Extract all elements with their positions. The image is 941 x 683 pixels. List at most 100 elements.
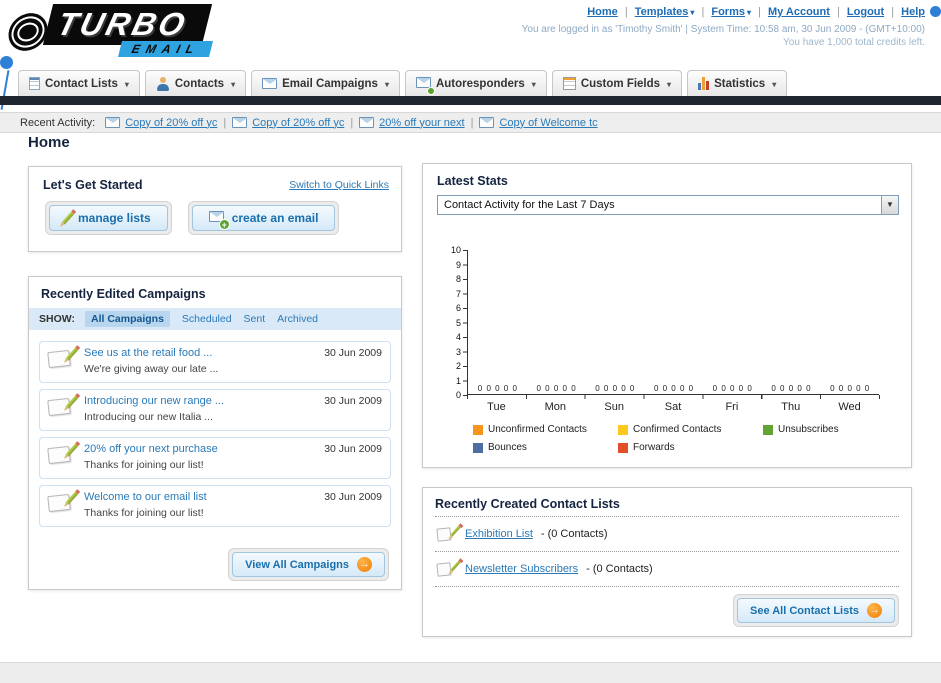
tab-archived[interactable]: Archived (277, 313, 318, 325)
nav-tab-custom-fields[interactable]: Custom Fields (551, 70, 683, 96)
feedback-beacon-icon[interactable] (0, 56, 13, 69)
nav-tab-contacts[interactable]: Contacts (144, 70, 247, 96)
contact-list-link[interactable]: Exhibition List (465, 528, 533, 540)
link-home[interactable]: Home (587, 6, 618, 18)
manage-lists-button[interactable]: manage lists (45, 201, 172, 235)
campaign-subtitle: Thanks for joining our list! (84, 507, 204, 519)
tab-scheduled[interactable]: Scheduled (182, 313, 232, 325)
contact-list-link[interactable]: Newsletter Subscribers (465, 563, 578, 575)
campaigns-filter-tabs: SHOW: All Campaigns Scheduled Sent Archi… (29, 308, 401, 330)
campaigns-panel: Recently Edited Campaigns SHOW: All Camp… (28, 276, 402, 590)
separator: | (701, 6, 705, 18)
link-help[interactable]: Help (901, 6, 925, 18)
campaign-link[interactable]: 20% off your next purchase (84, 443, 310, 455)
tab-sent[interactable]: Sent (244, 313, 266, 325)
activity-link[interactable]: 20% off your next (379, 117, 464, 129)
help-beacon-icon[interactable] (930, 6, 941, 17)
logo-text: TURBO EMAIL (42, 4, 214, 57)
campaign-date: 30 Jun 2009 (324, 347, 382, 359)
campaign-link[interactable]: See us at the retail food ... (84, 347, 310, 359)
switch-quick-links[interactable]: Switch to Quick Links (289, 179, 389, 191)
view-all-campaigns-label: View All Campaigns (245, 558, 349, 571)
contact-list-count: - (0 Contacts) (586, 563, 653, 575)
contact-lists-footer: See All Contact Lists (732, 594, 899, 627)
page-footer (0, 662, 941, 683)
link-templates[interactable]: Templates (635, 6, 695, 18)
nav-divider-bar (0, 96, 941, 105)
contact-list-row[interactable]: Newsletter Subscribers - (0 Contacts) (435, 551, 899, 586)
custom-fields-icon (562, 77, 576, 90)
link-forms-label: Forms (711, 6, 745, 18)
campaign-row[interactable]: Introducing our new range ... Introducin… (39, 389, 391, 431)
stats-period-select[interactable]: Contact Activity for the Last 7 Days (437, 195, 899, 215)
activity-item: Copy of Welcome tc (479, 117, 598, 129)
nav-tab-autoresponders[interactable]: Autoresponders (404, 70, 547, 96)
chevron-down-icon (123, 78, 129, 90)
activity-link[interactable]: Copy of 20% off yc (252, 117, 344, 129)
campaign-row[interactable]: 20% off your next purchase Thanks for jo… (39, 437, 391, 479)
manage-lists-label: manage lists (78, 211, 151, 225)
chevron-down-icon (770, 78, 776, 90)
stats-period-value: Contact Activity for the Last 7 Days (444, 199, 615, 211)
chart-x-ticks (467, 395, 880, 399)
separator: | (223, 116, 227, 129)
campaign-subtitle: Thanks for joining our list! (84, 459, 204, 471)
arrow-right-icon (867, 603, 882, 618)
separator: | (624, 6, 628, 18)
nav-tab-contact-lists[interactable]: Contact Lists (18, 70, 140, 96)
plus-icon (218, 219, 230, 230)
email-campaigns-icon (262, 78, 278, 89)
autoresponder-badge-icon (426, 86, 435, 95)
link-my-account[interactable]: My Account (768, 6, 830, 18)
campaign-edit-icon (47, 491, 79, 515)
activity-link[interactable]: Copy of 20% off yc (125, 117, 217, 129)
campaign-link[interactable]: Introducing our new range ... (84, 395, 310, 407)
activity-link[interactable]: Copy of Welcome tc (499, 117, 597, 129)
login-info: You are logged in as 'Timothy Smith' | S… (521, 24, 925, 35)
statistics-icon (698, 77, 710, 90)
contact-activity-chart: 10 9 8 7 6 5 4 3 2 1 0 0 0 0 0 00 0 0 0 00 0 0 0 0… (437, 245, 899, 460)
create-email-button[interactable]: create an email (187, 201, 340, 235)
campaign-edit-icon (47, 443, 79, 467)
link-forms[interactable]: Forms (711, 6, 751, 18)
view-all-campaigns-button[interactable]: View All Campaigns (228, 548, 389, 581)
chevron-down-icon (383, 78, 389, 90)
nav-tab-statistics[interactable]: Statistics (687, 70, 788, 96)
latest-stats-title: Latest Stats (437, 174, 508, 188)
tab-all-campaigns[interactable]: All Campaigns (84, 311, 170, 327)
list-edit-icon (436, 525, 461, 543)
campaign-subtitle: Introducing our new Italia ... (84, 411, 213, 423)
contact-lists-panel: Recently Created Contact Lists Exhibitio… (422, 487, 912, 637)
logo-turbo-text: TURBO (42, 4, 212, 45)
recent-activity-bar: Recent Activity: Copy of 20% off yc | Co… (0, 112, 941, 133)
contact-lists-rows: Exhibition List - (0 Contacts) Newslette… (435, 516, 899, 587)
legend-item: Forwards (618, 442, 763, 453)
create-email-label: create an email (231, 211, 319, 225)
latest-stats-panel: Latest Stats Contact Activity for the La… (422, 163, 912, 468)
campaign-date: 30 Jun 2009 (324, 443, 382, 455)
nav-tab-label: Contacts (174, 77, 225, 90)
list-divider (435, 586, 899, 587)
campaign-row[interactable]: Welcome to our email list Thanks for joi… (39, 485, 391, 527)
nav-tab-label: Email Campaigns (282, 77, 378, 90)
contacts-icon (156, 76, 170, 91)
nav-tab-email-campaigns[interactable]: Email Campaigns (251, 70, 400, 96)
separator: | (891, 6, 895, 18)
contact-lists-icon (29, 77, 40, 90)
campaign-link[interactable]: Welcome to our email list (84, 491, 310, 503)
main-nav: Contact Lists Contacts Email Campaigns A… (18, 70, 788, 96)
link-logout[interactable]: Logout (847, 6, 884, 18)
nav-tab-label: Autoresponders (435, 77, 525, 90)
logo-email-text: EMAIL (118, 41, 214, 57)
app-logo[interactable]: TURBO EMAIL (6, 4, 214, 57)
legend-item: Confirmed Contacts (618, 424, 763, 435)
chevron-down-icon (688, 6, 694, 18)
envelope-icon (359, 117, 375, 128)
see-all-contact-lists-button[interactable]: See All Contact Lists (732, 594, 899, 627)
logo-swirl-icon (6, 8, 50, 56)
chart-legend: Unconfirmed Contacts Confirmed Contacts Un… (473, 424, 913, 460)
campaign-row[interactable]: See us at the retail food ... We're givi… (39, 341, 391, 383)
contact-list-row[interactable]: Exhibition List - (0 Contacts) (435, 516, 899, 551)
envelope-icon (232, 117, 248, 128)
legend-item: Unconfirmed Contacts (473, 424, 618, 435)
